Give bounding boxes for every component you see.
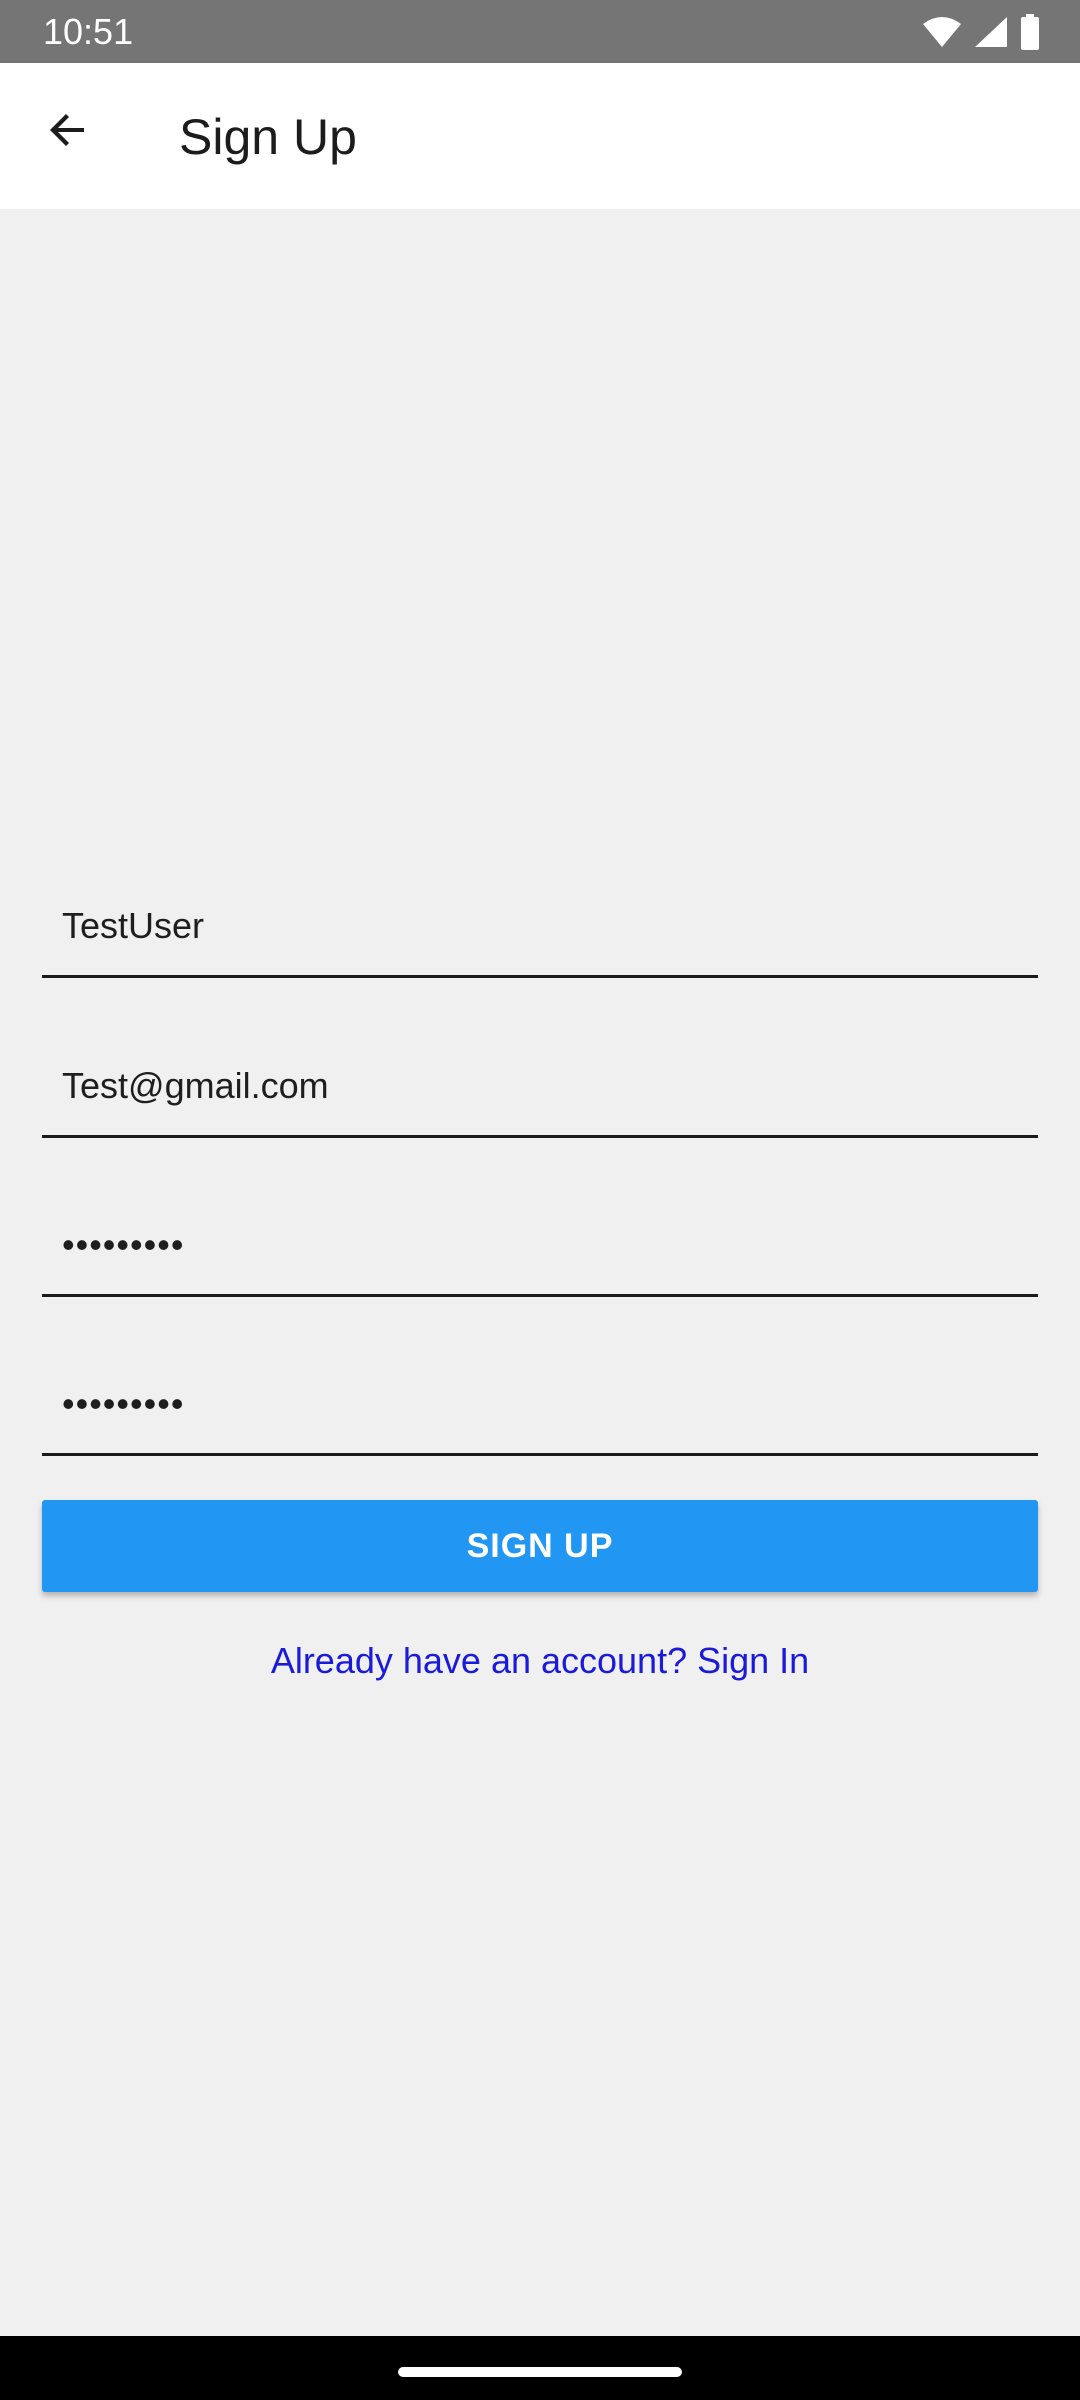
confirm-password-input[interactable] bbox=[62, 1383, 1012, 1425]
status-icons bbox=[922, 14, 1040, 50]
username-input[interactable] bbox=[62, 905, 1012, 947]
status-time: 10:51 bbox=[43, 11, 134, 52]
back-button[interactable] bbox=[28, 92, 108, 172]
arrow-back-icon bbox=[44, 106, 92, 159]
navigation-bar bbox=[0, 2336, 1080, 2400]
email-input[interactable] bbox=[62, 1065, 1012, 1107]
battery-icon bbox=[1020, 14, 1040, 50]
password-field-container bbox=[42, 1187, 1038, 1297]
wifi-icon bbox=[922, 16, 962, 48]
signal-icon bbox=[974, 16, 1008, 48]
email-field-container bbox=[42, 1028, 1038, 1138]
page-title: Sign Up bbox=[179, 109, 357, 165]
sign-up-screen: 10:51 Sign Up TestUser Test@gmail.com ••… bbox=[0, 0, 1080, 2400]
username-field-container bbox=[42, 868, 1038, 978]
status-bar: 10:51 bbox=[0, 0, 1080, 63]
password-input[interactable] bbox=[62, 1224, 1012, 1266]
home-gesture-handle[interactable] bbox=[398, 2367, 682, 2377]
sign-in-link[interactable]: Already have an account? Sign In bbox=[0, 1636, 1080, 1686]
confirm-password-field-container bbox=[42, 1346, 1038, 1456]
app-bar: Sign Up bbox=[0, 63, 1080, 209]
sign-up-button[interactable]: SIGN UP bbox=[42, 1500, 1038, 1592]
